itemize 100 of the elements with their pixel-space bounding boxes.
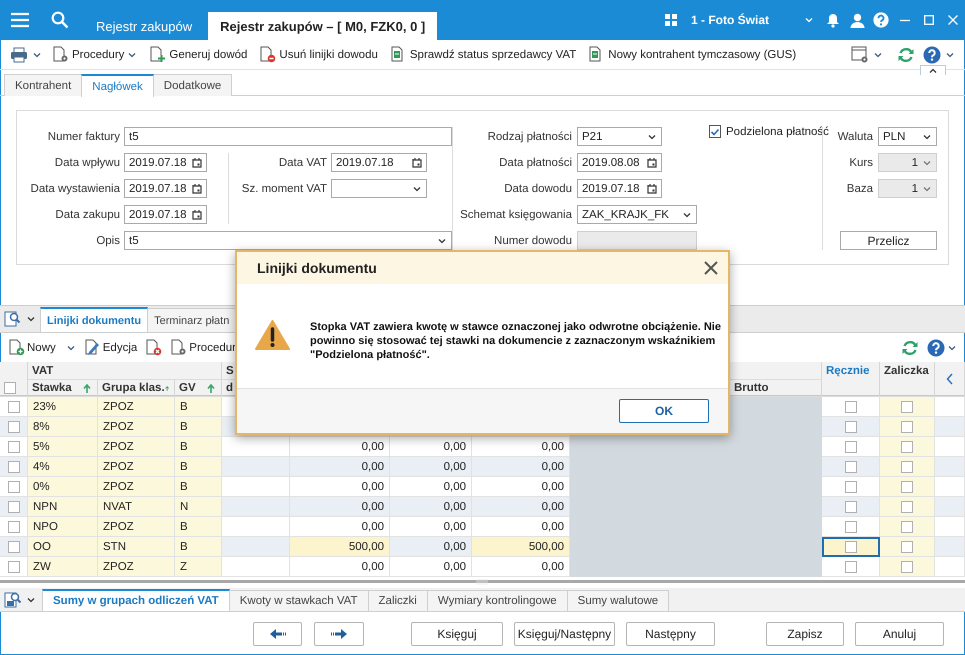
action-button[interactable]: Księguj/Następny	[514, 622, 615, 646]
next-button[interactable]	[314, 622, 364, 646]
remove-document-icon[interactable]	[259, 46, 276, 63]
chevron-icon	[804, 15, 814, 25]
close-icon[interactable]	[704, 261, 718, 275]
checkbox[interactable]	[901, 540, 913, 552]
input-field[interactable]: t5	[124, 127, 452, 146]
checkbox[interactable]	[844, 400, 856, 412]
checkbox[interactable]	[4, 382, 16, 394]
grip-icon[interactable]	[476, 579, 488, 585]
table-cell: B	[175, 397, 222, 417]
table-cell: ZPOZ	[98, 397, 175, 417]
tab[interactable]: Linijki dokumentu	[40, 307, 148, 332]
input-field[interactable]: 2019.07.18	[577, 179, 662, 198]
checkbox[interactable]	[709, 125, 721, 138]
checkbox[interactable]	[8, 420, 20, 432]
table-cell: ZPOZ	[98, 457, 175, 477]
input-field[interactable]: ZAK_KRAJK_FK	[577, 205, 697, 224]
input-field[interactable]	[331, 179, 427, 198]
tab[interactable]: Kontrahent	[4, 74, 82, 96]
action-button[interactable]: Anuluj	[855, 622, 944, 646]
checkbox[interactable]	[901, 480, 913, 492]
checkbox[interactable]	[844, 440, 856, 452]
input-field[interactable]: 2019.07.18	[124, 153, 207, 172]
maximize-icon[interactable]	[924, 15, 934, 25]
table-cell	[222, 457, 290, 477]
input-field[interactable]: 2019.08.08	[577, 153, 662, 172]
checkbox[interactable]	[901, 440, 913, 452]
checkbox[interactable]	[844, 540, 856, 552]
edit-document-icon[interactable]	[84, 339, 101, 356]
checkbox[interactable]	[8, 480, 20, 492]
field-label: Data wpływu	[54, 156, 121, 170]
tab[interactable]: Sumy walutowe	[566, 590, 670, 611]
window-tab[interactable]: Rejestr zakupów – [ M0, FZK0, 0 ]	[208, 12, 438, 40]
tab[interactable]: Terminarz płatn	[147, 308, 236, 332]
toolbar-button[interactable]: Nowy	[4, 336, 80, 360]
toolbar-button[interactable]: Usuń linijki dowodu	[253, 42, 384, 66]
input-field[interactable]: PLN	[878, 127, 937, 146]
checkbox[interactable]	[8, 500, 20, 512]
action-button[interactable]: Zapisz	[766, 622, 844, 646]
checkbox[interactable]	[901, 520, 913, 532]
toolbar-button[interactable]: Nowy kontrahent tymczasowy (GUS)	[582, 42, 802, 66]
checkbox[interactable]	[8, 440, 20, 452]
window-tab[interactable]: Rejestr zakupów	[80, 12, 208, 40]
action-button[interactable]: Księguj	[411, 622, 503, 646]
add-document-icon[interactable]	[149, 46, 166, 63]
bell-icon[interactable]	[826, 12, 840, 28]
checkbox[interactable]	[901, 400, 913, 412]
checkbox[interactable]	[8, 520, 20, 532]
refresh-icon[interactable]	[897, 46, 915, 64]
help-icon[interactable]	[927, 338, 945, 356]
delete-document-icon[interactable]	[145, 339, 162, 356]
procedures-icon[interactable]	[52, 46, 69, 63]
new-document-icon[interactable]	[8, 339, 25, 356]
procedures-icon[interactable]	[170, 339, 188, 356]
checkbox[interactable]	[901, 560, 913, 572]
input-field[interactable]: 2019.07.18	[124, 205, 207, 224]
checkbox[interactable]	[844, 460, 856, 472]
tab[interactable]: Sumy w grupach odliczeń VAT	[42, 589, 230, 611]
checkbox[interactable]	[901, 500, 913, 512]
company-name[interactable]: 1 - Foto Świat	[691, 0, 769, 40]
recalculate-button[interactable]: Przelicz	[840, 231, 937, 250]
checkbox[interactable]	[8, 400, 20, 412]
grid-icon[interactable]	[665, 14, 677, 26]
collapse-left-icon[interactable]	[946, 373, 954, 385]
refresh-icon[interactable]	[901, 338, 919, 356]
checkbox[interactable]	[8, 560, 20, 572]
input-field[interactable]: P21	[577, 127, 662, 146]
toolbar-button[interactable]: Procedur	[166, 336, 240, 360]
help-icon[interactable]	[873, 12, 889, 28]
input-field[interactable]: 2019.07.18	[331, 153, 427, 172]
checkbox[interactable]	[8, 540, 20, 552]
toolbar-button[interactable]: Generuj dowód	[143, 42, 254, 66]
toolbar-button[interactable]: Sprawdź status sprzedawcy VAT	[384, 42, 582, 66]
checkbox[interactable]	[8, 460, 20, 472]
checkbox[interactable]	[844, 500, 856, 512]
table-cell: 0,00	[390, 437, 472, 457]
checkbox[interactable]	[844, 560, 856, 572]
checkbox[interactable]	[901, 460, 913, 472]
input-field[interactable]: t5	[124, 231, 452, 250]
help-icon[interactable]	[923, 46, 941, 64]
calendar-icon	[647, 184, 657, 194]
collapse-button[interactable]	[920, 65, 946, 75]
sort-icon	[207, 382, 217, 394]
action-button[interactable]: Następny	[626, 622, 715, 646]
previous-button[interactable]	[253, 622, 302, 646]
checkbox[interactable]	[844, 480, 856, 492]
checkbox[interactable]	[844, 520, 856, 532]
checkbox[interactable]	[844, 420, 856, 432]
table-cell: 0,00	[290, 457, 390, 477]
toolbar-button[interactable]: Procedury	[46, 42, 144, 66]
tab[interactable]: Dodatkowe	[152, 74, 232, 96]
checkbox[interactable]	[901, 420, 913, 432]
ok-button[interactable]: OK	[619, 399, 709, 423]
user-icon[interactable]	[850, 12, 864, 28]
tab[interactable]: Nagłówek	[81, 74, 154, 97]
toolbar-button[interactable]: Edycja	[80, 336, 142, 360]
search-document-icon	[4, 310, 22, 328]
field-label: Sz. moment VAT	[240, 182, 328, 196]
input-field[interactable]: 2019.07.18	[124, 179, 207, 198]
